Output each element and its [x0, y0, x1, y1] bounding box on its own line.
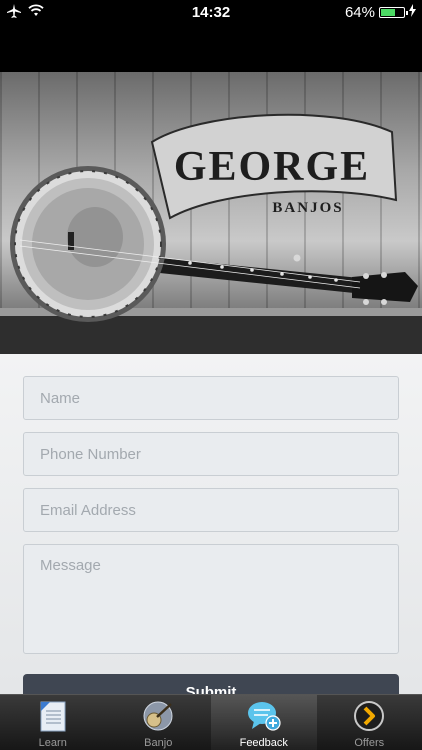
document-icon: [36, 699, 70, 736]
tab-label-learn: Learn: [38, 737, 67, 749]
logo-subtitle: BANJOS: [272, 200, 343, 216]
battery-icon: [379, 7, 408, 18]
logo-title: GEORGE: [174, 144, 370, 190]
tab-offers[interactable]: Offers: [317, 695, 422, 750]
tab-label-offers: Offers: [354, 737, 385, 749]
name-field[interactable]: [23, 376, 399, 420]
tab-banjo[interactable]: Banjo: [106, 695, 212, 750]
status-bar: 14:32 64%: [0, 0, 422, 26]
tab-feedback[interactable]: Feedback: [211, 695, 317, 750]
tab-learn[interactable]: Learn: [0, 695, 106, 750]
tab-label-feedback: Feedback: [239, 737, 288, 749]
tab-bar: Learn Banjo Feedback Offers: [0, 694, 422, 750]
message-field[interactable]: [23, 544, 399, 654]
chevron-right-circle-icon: [352, 699, 386, 736]
phone-number-field[interactable]: [23, 432, 399, 476]
navigation-band: [0, 26, 422, 72]
tab-label-banjo: Banjo: [144, 737, 173, 749]
speech-bubble-add-icon: [246, 699, 282, 736]
email-address-field[interactable]: [23, 488, 399, 532]
screen: 14:32 64% GEORGE BANJOS Name Phone Numbe…: [0, 0, 422, 750]
hero-banner-image: GEORGE BANJOS: [0, 72, 422, 354]
status-right: 64%: [345, 4, 416, 21]
charging-icon: [409, 4, 416, 21]
battery-fill: [381, 9, 396, 16]
battery-percent: 64%: [344, 4, 375, 21]
banjo-icon: [141, 699, 175, 736]
banjo-illustration: GEORGE BANJOS: [0, 113, 422, 354]
